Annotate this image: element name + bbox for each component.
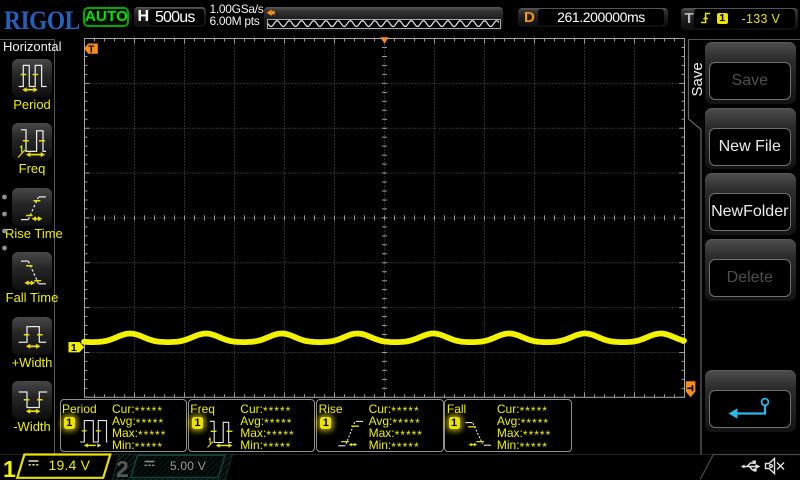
svg-text:Save: Save — [689, 62, 706, 96]
svg-text:T: T — [88, 44, 94, 55]
svg-text:1: 1 — [71, 342, 77, 354]
